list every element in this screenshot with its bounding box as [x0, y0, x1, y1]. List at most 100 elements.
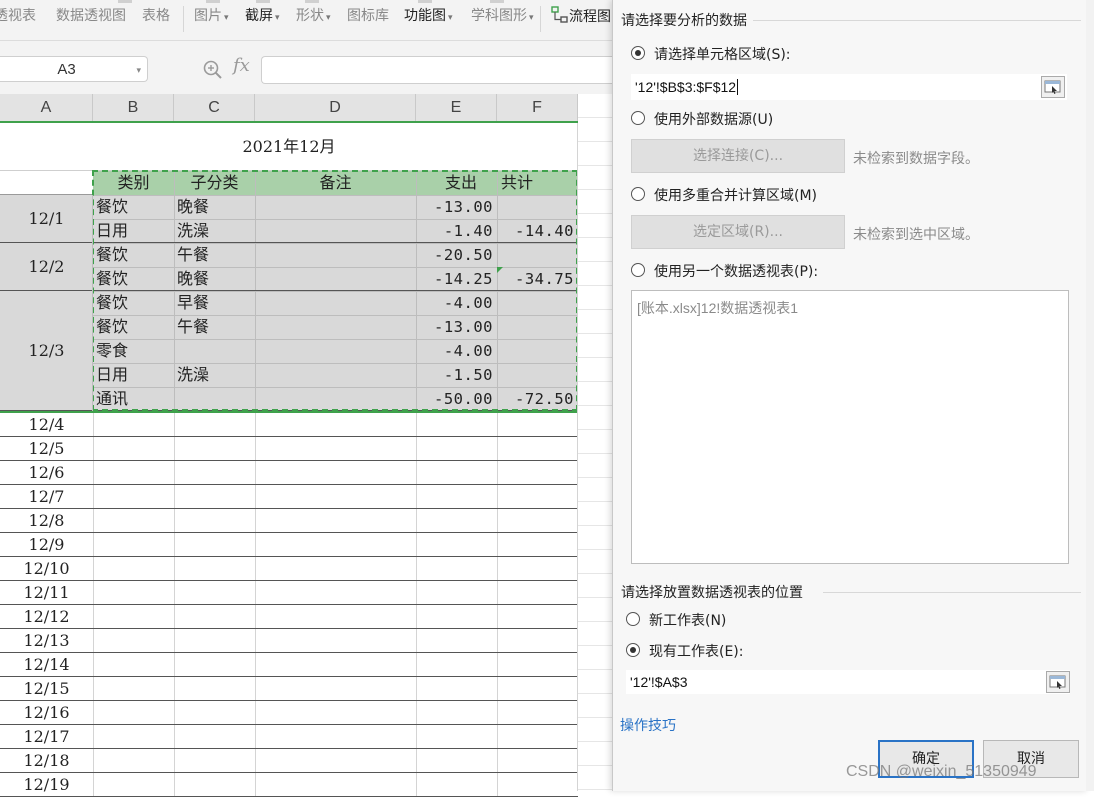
create-pivot-table-dialog: 请选择要分析的数据 请选择单元格区域(S): '12'!$B$3:$F$12 使… [612, 0, 1088, 791]
date-cell[interactable]: 12/5 [0, 437, 93, 461]
radio-other-pivot[interactable] [631, 263, 645, 277]
column-header-f[interactable]: F [497, 94, 578, 121]
date-cell[interactable]: 12/15 [0, 677, 93, 701]
grid-line [93, 437, 94, 461]
ribbon-screenshot[interactable]: 截屏 ▾ [245, 6, 280, 26]
name-box[interactable]: A3 ▾ [0, 56, 148, 82]
ribbon-shape[interactable]: 形状 ▾ [296, 6, 331, 26]
date-cell[interactable]: 12/9 [0, 533, 93, 557]
spreadsheet-grid: ABCDEF 2021年12月 类别 子分类 备注 支出 共计 餐饮 晚餐 -13.00 日用 洗澡… [0, 94, 612, 797]
connection-note: 未检索到数据字段。 [853, 151, 979, 167]
chevron-down-icon: ▾ [224, 13, 229, 23]
radio-new-sheet[interactable] [626, 612, 640, 626]
date-cell[interactable]: 12/6 [0, 461, 93, 485]
radio-existing-sheet[interactable] [626, 643, 640, 657]
ribbon-flowchart[interactable]: 流程图 [551, 6, 611, 26]
date-cell[interactable]: 12/19 [0, 773, 93, 797]
ribbon-picture[interactable]: 图片 ▾ [194, 6, 229, 26]
formula-input[interactable] [261, 56, 621, 84]
fx-icon[interactable]: fx [233, 55, 250, 76]
column-header-d[interactable]: D [255, 94, 416, 121]
grid-line [255, 413, 256, 437]
grid-line [497, 677, 498, 701]
ribbon-pivot-table[interactable]: 透视表 [0, 6, 36, 26]
radio-external-source[interactable] [631, 111, 645, 125]
grid-line [497, 581, 498, 605]
section-divider [823, 592, 1081, 593]
ribbon-table[interactable]: 表格 [142, 6, 170, 26]
grid-line [416, 413, 417, 437]
grid-line [255, 605, 256, 629]
grid-line [93, 557, 94, 581]
date-cell[interactable]: 12/14 [0, 653, 93, 677]
section-title-destination: 请选择放置数据透视表的位置 [621, 585, 803, 601]
label-new-sheet: 新工作表(N) [649, 613, 727, 629]
destination-picker-button[interactable] [1046, 671, 1070, 693]
select-connection-button[interactable]: 选择连接(C)... [631, 139, 845, 173]
grid-line [416, 749, 417, 773]
column-header-b[interactable]: B [93, 94, 174, 121]
column-header-e[interactable]: E [416, 94, 497, 121]
date-cell[interactable]: 12/7 [0, 485, 93, 509]
zoom-icon[interactable] [202, 59, 224, 81]
ribbon-icon-stub [256, 0, 270, 3]
radio-select-range[interactable] [631, 46, 645, 60]
radio-multi-consolidation[interactable] [631, 187, 645, 201]
date-cell[interactable]: 12/10 [0, 557, 93, 581]
chevron-down-icon[interactable]: ▾ [136, 57, 141, 83]
grid-line [255, 533, 256, 557]
date-cell[interactable]: 12/17 [0, 725, 93, 749]
grid-line [416, 461, 417, 485]
grid-line [174, 509, 175, 533]
date-cell[interactable]: 12/13 [0, 629, 93, 653]
column-header-a[interactable]: A [0, 94, 93, 121]
grid-line [255, 677, 256, 701]
ribbon-subject-graphic[interactable]: 学科图形 ▾ [471, 6, 534, 26]
grid-line [255, 437, 256, 461]
grid-line [255, 509, 256, 533]
grid-line [174, 605, 175, 629]
grid-line [416, 773, 417, 797]
date-cell[interactable]: 12/3 [0, 291, 93, 411]
grid-line [497, 509, 498, 533]
grid-line [497, 533, 498, 557]
ribbon-icon-library[interactable]: 图标库 [347, 6, 389, 26]
range-picker-icon [1044, 80, 1061, 94]
grid-line [93, 413, 94, 437]
column-header-row: ABCDEF [0, 94, 578, 123]
list-item[interactable]: [账本.xlsx]12!数据透视表1 [637, 298, 798, 318]
date-cell[interactable]: 12/11 [0, 581, 93, 605]
grid-line [497, 653, 498, 677]
label-existing-sheet: 现有工作表(E): [649, 644, 744, 660]
grid-line [92, 195, 93, 411]
date-cell[interactable]: 12/18 [0, 749, 93, 773]
grid-line [174, 653, 175, 677]
select-region-button[interactable]: 选定区域(R)... [631, 215, 845, 249]
date-cell[interactable]: 12/2 [0, 243, 93, 291]
sheet-title-cell[interactable]: 2021年12月 [0, 123, 578, 170]
grid-line [255, 773, 256, 797]
range-input[interactable]: '12'!$B$3:$F$12 [631, 74, 1067, 100]
date-cell[interactable]: 12/1 [0, 195, 93, 243]
label-external-source: 使用外部数据源(U) [654, 112, 774, 128]
ribbon-function-chart[interactable]: 功能图 ▾ [404, 6, 453, 26]
date-cell[interactable]: 12/4 [0, 413, 93, 437]
text-caret [737, 79, 739, 95]
range-picker-button[interactable] [1041, 76, 1065, 98]
grid-line [93, 773, 94, 797]
ribbon-pivot-chart[interactable]: 数据透视图 [56, 6, 126, 26]
grid-line [416, 653, 417, 677]
date-cell[interactable]: 12/16 [0, 701, 93, 725]
pivot-table-list[interactable]: [账本.xlsx]12!数据透视表1 [631, 290, 1069, 564]
grid-line [174, 557, 175, 581]
destination-input[interactable]: '12'!$A$3 [626, 670, 1070, 694]
date-cell[interactable]: 12/8 [0, 509, 93, 533]
tips-link[interactable]: 操作技巧 [620, 715, 676, 735]
chevron-down-icon: ▾ [326, 13, 331, 23]
grid-line [497, 605, 498, 629]
column-header-c[interactable]: C [174, 94, 255, 121]
date-cell[interactable]: 12/12 [0, 605, 93, 629]
flowchart-icon [551, 6, 568, 23]
grid-line [93, 701, 94, 725]
grid-line [416, 701, 417, 725]
